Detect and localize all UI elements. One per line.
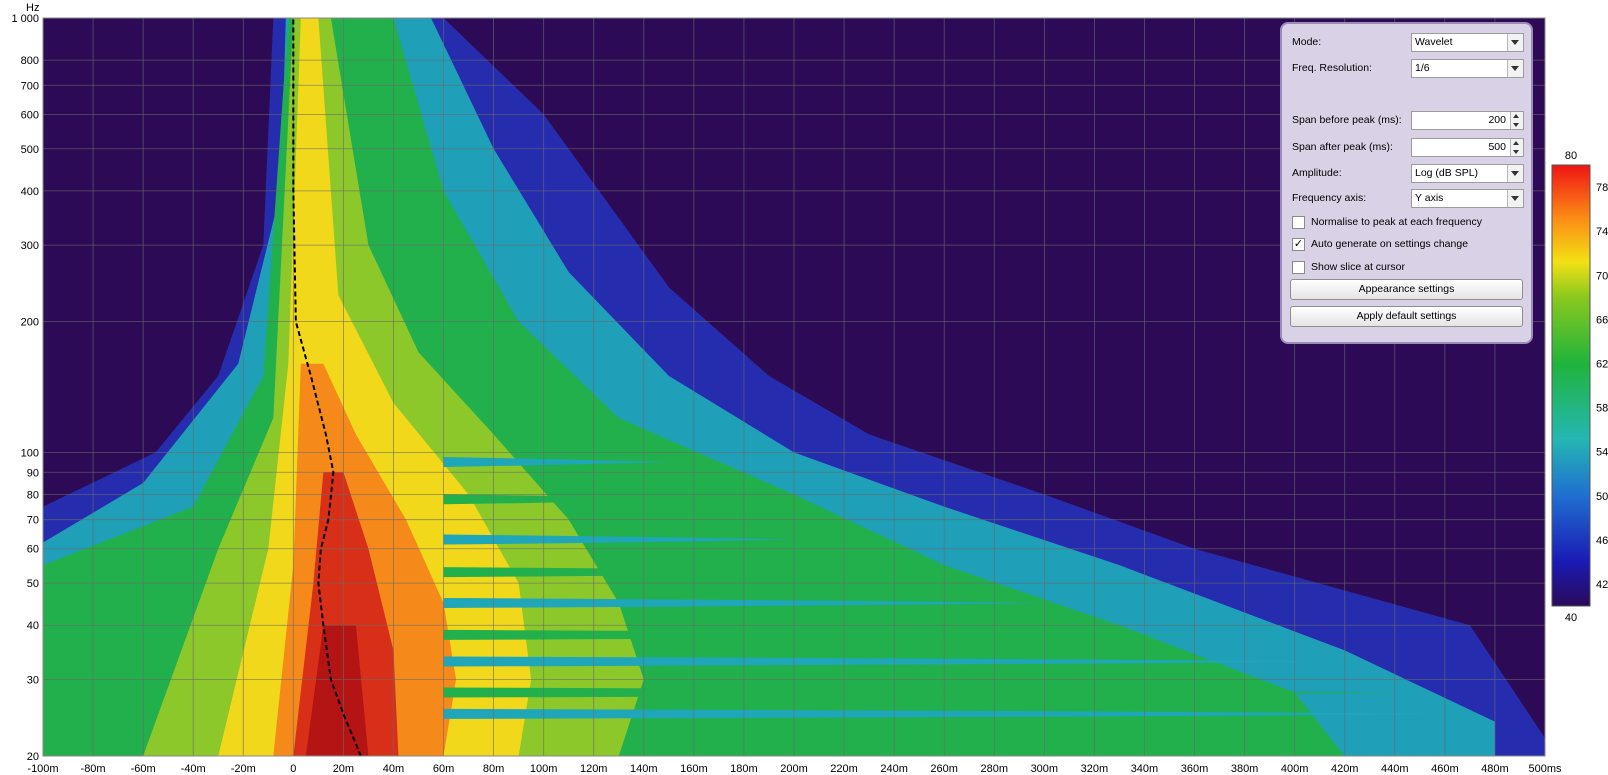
colorbar-tick-label: 46: [1596, 535, 1608, 547]
x-tick-label: -40m: [181, 763, 206, 775]
amplitude-select[interactable]: Log (dB SPL): [1411, 164, 1524, 183]
x-tick-label: 220m: [830, 763, 858, 775]
x-tick-label: 460m: [1431, 763, 1459, 775]
y-tick-label: 500: [21, 144, 39, 156]
amplitude-value: Log (dB SPL): [1415, 167, 1479, 179]
y-tick-label: 300: [21, 240, 39, 252]
colorbar-tick-label: 50: [1596, 491, 1608, 503]
x-tick-label: 160m: [680, 763, 708, 775]
y-tick-label: 100: [21, 447, 39, 459]
y-tick-label: 20: [27, 751, 39, 763]
colorbar-min-label: 40: [1565, 612, 1577, 624]
x-tick-label: 280m: [981, 763, 1009, 775]
normalise-label: Normalise to peak at each frequency: [1311, 216, 1483, 228]
span-after-value: 500: [1488, 141, 1506, 153]
x-tick-label: 300m: [1031, 763, 1059, 775]
chevron-down-icon[interactable]: [1507, 60, 1523, 77]
x-tick-label: 320m: [1081, 763, 1109, 775]
show-slice-checkbox[interactable]: [1292, 261, 1305, 274]
colorbar-tick-label: 74: [1596, 226, 1608, 238]
y-tick-label: 200: [21, 317, 39, 329]
x-tick-label: 40m: [383, 763, 404, 775]
chevron-down-icon[interactable]: [1507, 34, 1523, 51]
freq-resolution-select[interactable]: 1/6: [1411, 59, 1524, 78]
mode-value: Wavelet: [1415, 36, 1453, 48]
y-tick-label: 400: [21, 186, 39, 198]
x-tick-label: 140m: [630, 763, 658, 775]
chevron-down-icon[interactable]: [1507, 190, 1523, 207]
x-tick-label: 420m: [1331, 763, 1359, 775]
x-tick-label: 400m: [1281, 763, 1309, 775]
y-tick-label: 40: [27, 620, 39, 632]
x-tick-label: 80m: [483, 763, 504, 775]
colorbar-gradient: [1551, 164, 1591, 607]
normalise-checkbox[interactable]: [1292, 216, 1305, 229]
x-tick-label: 380m: [1231, 763, 1259, 775]
x-tick-label: 440m: [1381, 763, 1409, 775]
colorbar-tick-label: 54: [1596, 447, 1608, 459]
x-tick-label: 20m: [333, 763, 354, 775]
autogen-label: Auto generate on settings change: [1311, 238, 1469, 250]
appearance-settings-button[interactable]: Appearance settings: [1290, 279, 1523, 300]
y-tick-label: 700: [21, 80, 39, 92]
autogen-checkbox[interactable]: ✓: [1292, 238, 1305, 251]
x-tick-label: 500ms: [1528, 763, 1562, 775]
span-after-label: Span after peak (ms):: [1292, 141, 1393, 153]
span-before-input[interactable]: 200: [1411, 111, 1524, 130]
colorbar-tick-label: 66: [1596, 314, 1608, 326]
mode-label: Mode:: [1292, 36, 1322, 48]
x-tick-label: 200m: [780, 763, 808, 775]
x-tick-label: 60m: [433, 763, 454, 775]
spinner-arrows-icon[interactable]: [1510, 112, 1523, 129]
x-tick-label: 260m: [930, 763, 958, 775]
x-tick-label: -20m: [231, 763, 256, 775]
amplitude-label: Amplitude:: [1292, 167, 1342, 179]
colorbar: 42 46 50 54 58 62 66 70 74 78 80 40: [1551, 150, 1608, 624]
freq-resolution-label: Freq. Resolution:: [1292, 62, 1372, 74]
colorbar-tick-label: 78: [1596, 182, 1608, 194]
y-axis-label: Hz: [26, 2, 39, 14]
x-tick-label: 360m: [1181, 763, 1209, 775]
x-tick-label: 0: [290, 763, 296, 775]
x-tick-label: 240m: [880, 763, 908, 775]
colorbar-tick-label: 58: [1596, 403, 1608, 415]
colorbar-tick-label: 42: [1596, 579, 1608, 591]
x-tick-label: 480m: [1481, 763, 1509, 775]
mode-select[interactable]: Wavelet: [1411, 33, 1524, 52]
apply-default-settings-button[interactable]: Apply default settings: [1290, 306, 1523, 327]
x-tick-label: 180m: [730, 763, 758, 775]
y-tick-label: 1 000: [11, 13, 39, 25]
y-tick-label: 600: [21, 109, 39, 121]
span-before-value: 200: [1488, 114, 1506, 126]
y-tick-label: 50: [27, 578, 39, 590]
y-tick-label: 90: [27, 467, 39, 479]
y-tick-label: 70: [27, 515, 39, 527]
x-tick-label: -80m: [81, 763, 106, 775]
settings-panel: Mode: Wavelet Freq. Resolution: 1/6 Span…: [1280, 22, 1533, 344]
y-axis: 20 30 40 50 60 70 80 90 100 200 300 400 500 600 700 800…: [11, 13, 39, 763]
colorbar-tick-label: 62: [1596, 358, 1608, 370]
x-tick-label: 340m: [1131, 763, 1159, 775]
freq-resolution-value: 1/6: [1415, 62, 1430, 74]
x-tick-label: -60m: [131, 763, 156, 775]
span-before-label: Span before peak (ms):: [1292, 114, 1402, 126]
x-tick-label: 120m: [580, 763, 608, 775]
y-tick-label: 30: [27, 675, 39, 687]
y-tick-label: 800: [21, 55, 39, 67]
x-tick-label: -100m: [27, 763, 58, 775]
chevron-down-icon[interactable]: [1507, 165, 1523, 182]
frequency-axis-label: Frequency axis:: [1292, 192, 1367, 204]
y-tick-label: 80: [27, 489, 39, 501]
spinner-arrows-icon[interactable]: [1510, 139, 1523, 156]
colorbar-max-label: 80: [1565, 150, 1577, 162]
x-axis: -100m -80m -60m -40m -20m 0 20m 40m 60m 80m 100m 12…: [27, 763, 1562, 775]
frequency-axis-value: Y axis: [1415, 192, 1444, 204]
colorbar-tick-label: 70: [1596, 270, 1608, 282]
span-after-input[interactable]: 500: [1411, 138, 1524, 157]
frequency-axis-select[interactable]: Y axis: [1411, 189, 1524, 208]
y-tick-label: 60: [27, 544, 39, 556]
x-tick-label: 100m: [530, 763, 558, 775]
show-slice-label: Show slice at cursor: [1311, 261, 1405, 273]
